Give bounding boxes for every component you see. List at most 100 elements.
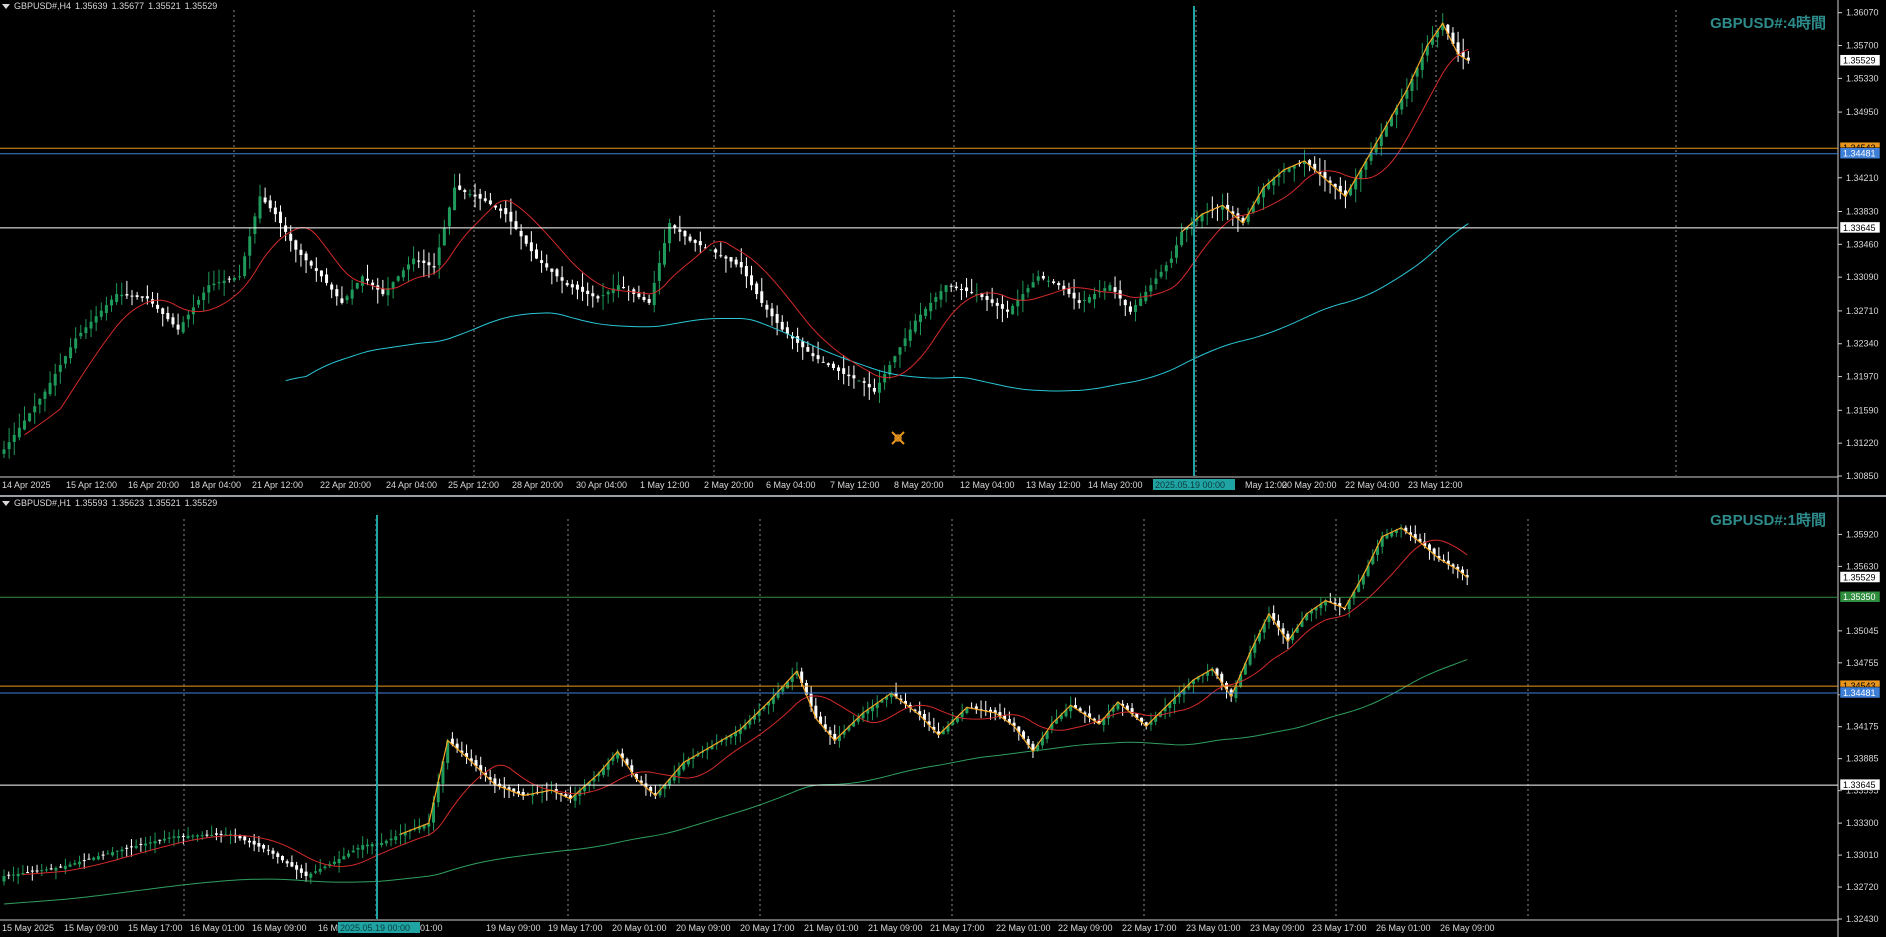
candle-body (463, 190, 467, 192)
candle-body (401, 270, 405, 278)
candle-body (1180, 231, 1184, 246)
candle-body (642, 297, 646, 300)
candle-body (176, 324, 180, 330)
ma-fast-line (22, 539, 1468, 876)
candle-body (1103, 288, 1107, 292)
candle-body (361, 845, 365, 850)
candle-body (347, 853, 351, 857)
time-tick-label: 14 Apr 2025 (2, 480, 51, 490)
candle-body (11, 874, 15, 876)
candle-body (139, 843, 143, 845)
candle-body (883, 373, 887, 383)
h1-close: 1.35529 (184, 498, 218, 508)
candle-body (280, 855, 284, 861)
time-tick-label: 23 May 01:00 (1186, 923, 1241, 933)
candle-body (739, 262, 743, 268)
candle-body (68, 864, 72, 867)
candle-body (867, 384, 871, 388)
time-tick-label: 8 May 20:00 (894, 480, 944, 490)
candle-body (219, 833, 223, 835)
candle-body (1082, 299, 1086, 301)
candle-body (63, 356, 67, 364)
candle-body (271, 850, 275, 854)
time-tick-label: 21 May 17:00 (930, 923, 985, 933)
candle-body (1072, 292, 1076, 299)
candle-body (318, 868, 322, 872)
candle-body (1036, 276, 1040, 281)
collapse-triangle-icon[interactable] (2, 4, 10, 10)
candle-body (1149, 285, 1153, 292)
candle-body (1046, 280, 1050, 282)
candle-body (214, 833, 218, 835)
h1-chart-canvas[interactable]: 1.359201.356301.350451.347551.344651.341… (0, 497, 1886, 937)
candle-body (529, 242, 533, 252)
candle-body (924, 308, 928, 316)
drawing-tool-icon[interactable] (891, 431, 905, 445)
candle-body (852, 375, 856, 379)
candle-body (862, 381, 866, 383)
time-tick-label: 23 May 09:00 (1250, 923, 1305, 933)
candle-body (266, 849, 270, 851)
candle-body (826, 363, 830, 366)
price-tick-label: 1.32710 (1846, 306, 1879, 316)
price-tick-label: 1.33010 (1846, 850, 1879, 860)
time-tick-label: 23 May 12:00 (1408, 480, 1463, 490)
time-tick-label: 22 May 09:00 (1058, 923, 1113, 933)
candle-body (330, 284, 334, 290)
candle-body (596, 296, 600, 299)
candle-body (262, 845, 266, 849)
candle-body (1159, 271, 1163, 277)
price-tick-label: 1.35920 (1846, 529, 1879, 539)
candle-body (1077, 300, 1081, 303)
h1-symbol: GBPUSD#,H1 (14, 498, 72, 508)
time-tick-label: 20 May 17:00 (740, 923, 795, 933)
candle-body (499, 208, 503, 211)
h4-chart-canvas[interactable]: 1.36070 1.35700 1.35330 1.34950 1.34210 1.338… (0, 0, 1886, 497)
candle-body (89, 321, 93, 329)
candle-body (319, 270, 323, 277)
time-tick-label: 15 Apr 12:00 (66, 480, 117, 490)
time-tick-label: 22 May 17:00 (1122, 923, 1177, 933)
candle-body (1016, 299, 1020, 307)
time-tick-label: 16 May 01:00 (190, 923, 245, 933)
candle-body (575, 284, 579, 290)
candle-body (290, 862, 294, 867)
candle-body (337, 858, 341, 864)
candle-body (156, 304, 160, 309)
time-tick-label: 15 May 09:00 (64, 923, 119, 933)
time-tick-label: 21 Apr 12:00 (252, 480, 303, 490)
candle-body (422, 260, 426, 263)
level-tag-blue-label: 1.34481 (1843, 688, 1876, 698)
cursor-time-label: 2025.05.19 00:00 (340, 923, 410, 933)
candle-body (263, 197, 267, 203)
candle-body (545, 263, 549, 268)
candle-body (129, 846, 133, 848)
candle-body (43, 391, 47, 399)
candle-body (207, 285, 211, 293)
h4-chart-pane[interactable]: 1.36070 1.35700 1.35330 1.34950 1.34210 1.338… (0, 0, 1886, 497)
candle-body (200, 835, 204, 837)
time-tick-label: 22 May 01:00 (996, 923, 1051, 933)
candle-body (2, 876, 6, 882)
candle-body (78, 861, 82, 865)
candle-body (678, 229, 682, 232)
candle-body (1052, 281, 1056, 283)
candle-body (714, 249, 718, 253)
time-tick-label: 28 Apr 20:00 (512, 480, 563, 490)
candle-body (570, 284, 574, 288)
price-tick-label: 1.34755 (1846, 658, 1879, 668)
h1-chart-pane[interactable]: 1.359201.356301.350451.347551.344651.341… (0, 497, 1886, 937)
candle-body (509, 211, 513, 222)
candle-body (1123, 299, 1127, 306)
candle-body (186, 835, 190, 838)
time-tick-label: 22 Apr 20:00 (320, 480, 371, 490)
collapse-triangle-icon[interactable] (2, 501, 10, 507)
candle-body (247, 840, 251, 843)
candle-body (130, 295, 134, 297)
candle-body (519, 230, 523, 237)
zigzag-line (1181, 22, 1469, 233)
candle-body (524, 235, 528, 244)
candle-body (1067, 288, 1071, 295)
price-tick-label: 1.31970 (1846, 372, 1879, 382)
price-tick-label: 1.33300 (1846, 818, 1879, 828)
